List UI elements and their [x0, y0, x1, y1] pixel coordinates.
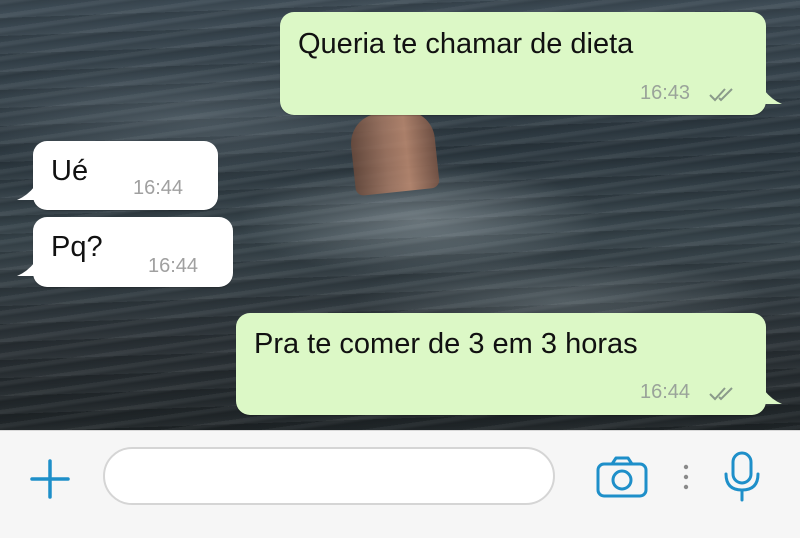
message-text: Queria te chamar de dieta	[298, 28, 634, 60]
bubble-tail-incoming	[17, 262, 35, 276]
message-bubble-outgoing[interactable]: Queria te chamar de dieta 16:43	[280, 12, 766, 115]
background-arm-image	[348, 107, 440, 197]
plus-icon[interactable]	[28, 457, 72, 501]
read-receipt-icon	[709, 387, 733, 401]
message-timestamp: 16:44	[640, 381, 691, 403]
message-bubble-incoming[interactable]: Pq? 16:44	[33, 217, 233, 287]
message-text: Pra te comer de 3 em 3 horas	[254, 328, 638, 360]
camera-icon[interactable]	[595, 455, 649, 499]
message-timestamp: 16:44	[148, 255, 199, 277]
bubble-tail-incoming	[17, 186, 35, 200]
message-bubble-incoming[interactable]: Ué 16:44	[33, 141, 218, 210]
message-text: Pq?	[51, 231, 103, 263]
more-vertical-icon[interactable]	[681, 462, 691, 492]
message-text: Ué	[51, 155, 89, 187]
message-bubble-outgoing[interactable]: Pra te comer de 3 em 3 horas 16:44	[236, 313, 766, 415]
read-receipt-icon	[709, 88, 733, 102]
message-input[interactable]	[103, 447, 555, 505]
message-timestamp: 16:43	[640, 82, 691, 104]
bubble-tail-outgoing	[764, 390, 782, 404]
message-timestamp: 16:44	[133, 177, 184, 199]
microphone-icon[interactable]	[722, 450, 762, 504]
chat-background: Queria te chamar de dieta 16:43 Ué 16:44…	[0, 0, 800, 430]
bubble-tail-outgoing	[764, 90, 782, 104]
